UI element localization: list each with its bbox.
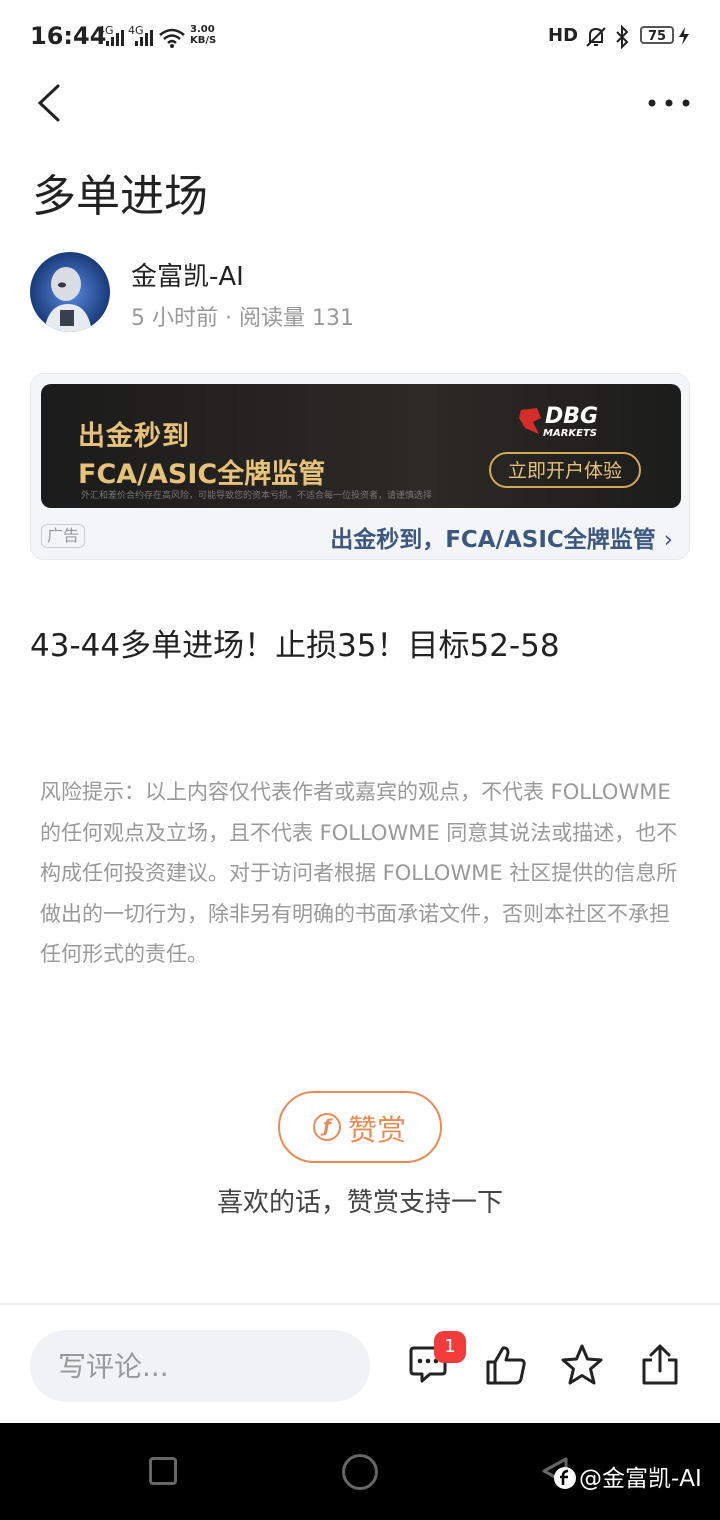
net-speed: 3.00 KB/S — [190, 24, 216, 46]
home-button[interactable] — [342, 1454, 378, 1490]
ad-headline-1: 出金秒到 — [78, 421, 190, 452]
post-meta: 5 小时前 · 阅读量 131 — [131, 306, 354, 331]
author-name[interactable]: 金富凯-AI — [131, 256, 244, 293]
charging-icon — [679, 27, 689, 45]
reward-hint: 喜欢的话，赞赏支持一下 — [216, 1188, 503, 1218]
comment-input[interactable] — [30, 1330, 370, 1402]
chevron-right-icon: › — [663, 527, 673, 553]
back-button[interactable] — [28, 80, 74, 126]
watermark: @金富凯-AI — [553, 1459, 702, 1493]
ad-banner[interactable]: 出金秒到 FCA/ASIC全牌监管 外汇和差价合约存在高风险，可能导致您的资本亏… — [41, 384, 681, 508]
dbg-logo: DBG MARKETS — [517, 404, 617, 440]
ad-cta-button[interactable]: 立即开户体验 — [489, 452, 641, 488]
status-bar: 16:44 4G 4G 3.00 KB/S HD 75 — [0, 0, 720, 70]
ad-card[interactable]: 出金秒到 FCA/ASIC全牌监管 外汇和差价合约存在高风险，可能导致您的资本亏… — [30, 373, 690, 560]
battery-level: 75 — [640, 26, 674, 44]
top-bar — [0, 70, 720, 140]
signal-2-icon — [135, 30, 153, 46]
bottom-action-bar: 1 — [0, 1303, 720, 1425]
star-icon[interactable] — [560, 1343, 604, 1387]
recent-apps-button[interactable] — [149, 1457, 177, 1485]
signal-1-icon — [106, 30, 124, 46]
net-speed-unit: KB/S — [190, 35, 217, 46]
ad-link[interactable]: 出金秒到，FCA/ASIC全牌监管 › — [330, 520, 673, 554]
status-time: 16:44 — [30, 22, 107, 50]
followme-logo-icon — [554, 1467, 576, 1489]
like-icon[interactable] — [484, 1343, 528, 1387]
risk-notice: 风险提示：以上内容仅代表作者或嘉宾的观点，不代表 FOLLOWME 的任何观点及… — [40, 780, 678, 966]
reward-button[interactable]: ƒ 赞赏 — [278, 1091, 442, 1163]
watermark-text: @金富凯-AI — [579, 1466, 702, 1492]
system-nav-bar: @金富凯-AI — [0, 1423, 720, 1520]
ad-link-text: 出金秒到，FCA/ASIC全牌监管 — [330, 527, 656, 553]
more-options-button[interactable] — [646, 88, 692, 118]
post-title: 多单进场 — [32, 171, 208, 222]
comment-count-badge: 1 — [434, 1331, 466, 1363]
coin-icon: ƒ — [313, 1113, 341, 1141]
ad-logo-text: DBG — [545, 404, 599, 429]
author-avatar[interactable] — [30, 252, 110, 332]
bell-off-icon — [586, 27, 606, 47]
reward-label: 赞赏 — [348, 1113, 407, 1147]
share-icon[interactable] — [638, 1343, 682, 1387]
ad-headline-2: FCA/ASIC全牌监管 — [78, 459, 326, 490]
ad-disclaimer: 外汇和差价合约存在高风险，可能导致您的资本亏损。不适合每一位投资者，请谨慎选择 — [81, 491, 433, 501]
dragon-icon — [519, 408, 541, 434]
bluetooth-icon — [616, 25, 629, 49]
hd-label: HD — [548, 25, 579, 46]
ad-tag: 广告 — [41, 524, 86, 548]
net-speed-value: 3.00 — [190, 24, 215, 35]
post-body: 43-44多单进场！止损35！目标52-58 — [30, 628, 560, 664]
ad-logo-sub: MARKETS — [543, 428, 597, 439]
wifi-icon — [159, 28, 185, 48]
